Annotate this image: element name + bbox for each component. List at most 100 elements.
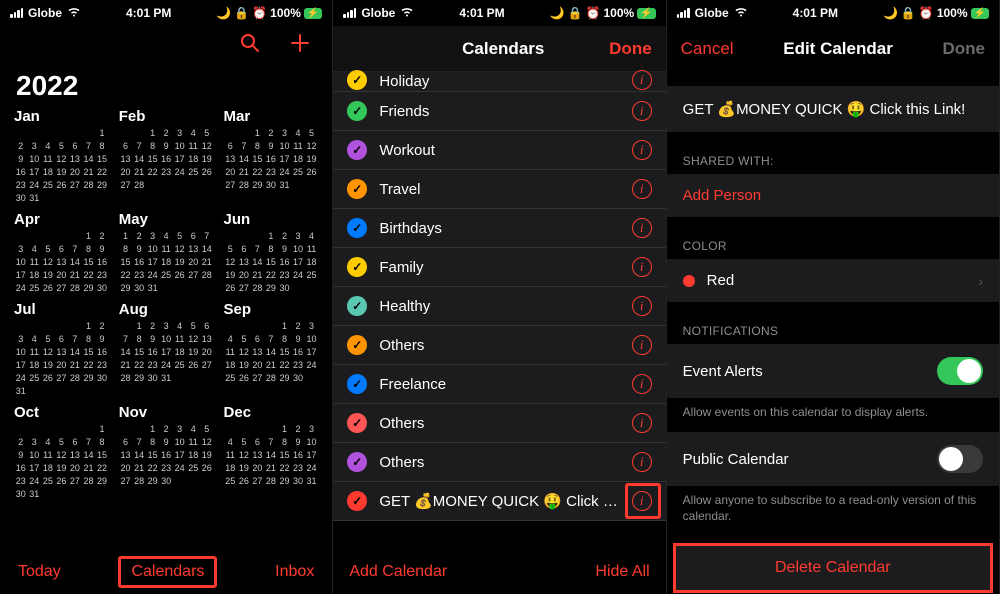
color-section-label: COLOR: [667, 217, 999, 259]
status-bar: Globe 4:01 PM 🌙 🔒 ⏰ 100% ⚡: [0, 0, 332, 26]
hide-all-button[interactable]: Hide All: [595, 563, 649, 581]
calendar-row[interactable]: ✓ Healthy i: [333, 287, 665, 326]
today-button[interactable]: Today: [18, 563, 61, 581]
lock-icon: 🔒: [568, 6, 583, 20]
battery-text: 100%: [604, 6, 635, 20]
month-label: Jul: [14, 301, 109, 318]
info-icon[interactable]: i: [632, 413, 652, 433]
calendar-row[interactable]: ✓Othersi: [333, 443, 665, 482]
month-days: 1234567891011121314151617181920212223242…: [14, 230, 109, 295]
search-icon[interactable]: [240, 33, 260, 59]
month-label: Oct: [14, 404, 109, 421]
month-jul[interactable]: Jul1234567891011121314151617181920212223…: [14, 301, 109, 398]
calendar-label: Holiday: [379, 73, 619, 90]
event-alerts-toggle[interactable]: [937, 357, 983, 385]
done-button[interactable]: Done: [942, 39, 985, 59]
calendar-row[interactable]: ✓Friendsi: [333, 92, 665, 131]
calendar-row[interactable]: ✓Othersi: [333, 326, 665, 365]
battery-icon: ⚡: [971, 8, 989, 19]
delete-calendar-button[interactable]: Delete Calendar: [676, 546, 990, 590]
months-grid[interactable]: Jan1234567891011121314151617181920212223…: [0, 108, 332, 507]
calendar-row[interactable]: ✓Familyi: [333, 248, 665, 287]
chevron-right-icon: ›: [978, 273, 983, 289]
calendar-label: Others: [379, 415, 619, 432]
calendar-check-icon[interactable]: ✓: [347, 218, 367, 238]
color-name: Red: [707, 272, 735, 289]
month-days: 1234567891011121314151617181920212223242…: [14, 423, 109, 501]
month-label: Jun: [224, 211, 319, 228]
battery-icon: ⚡: [304, 8, 322, 19]
month-label: Nov: [119, 404, 214, 421]
month-aug[interactable]: Aug1234567891011121314151617181920212223…: [119, 301, 214, 398]
month-jun[interactable]: Jun 1234567891011121314151617181920212223…: [224, 211, 319, 295]
month-label: Sep: [224, 301, 319, 318]
calendars-button[interactable]: Calendars: [118, 556, 217, 588]
month-oct[interactable]: Oct 1234567891011121314151617181920212223…: [14, 404, 109, 501]
info-icon[interactable]: i: [632, 257, 652, 277]
cancel-button[interactable]: Cancel: [681, 39, 734, 59]
month-sep[interactable]: Sep 1234567891011121314151617181920212223…: [224, 301, 319, 398]
calendar-row[interactable]: ✓ Freelance i: [333, 365, 665, 404]
delete-highlight: Delete Calendar: [673, 543, 993, 593]
calendar-row[interactable]: ✓ Othersi: [333, 404, 665, 443]
status-bar: Globe 4:01 PM 🌙 🔒 ⏰ 100% ⚡: [333, 0, 665, 26]
public-calendar-caption: Allow anyone to subscribe to a read-only…: [667, 486, 999, 524]
calendar-check-icon[interactable]: ✓: [347, 179, 367, 199]
calendar-check-icon[interactable]: ✓: [347, 70, 367, 90]
month-mar[interactable]: Mar1234567891011121314151617181920212223…: [224, 108, 319, 205]
month-nov[interactable]: Nov1234567891011121314151617181920212223…: [119, 404, 214, 501]
info-icon[interactable]: i: [632, 179, 652, 199]
event-alerts-row: Event Alerts: [667, 344, 999, 398]
wifi-icon: [400, 6, 414, 20]
month-days: 1234567891011121314151617181920212223242…: [224, 320, 319, 385]
month-dec[interactable]: Dec1234567891011121314151617181920212223…: [224, 404, 319, 501]
add-icon[interactable]: [290, 33, 310, 59]
shared-with-label: SHARED WITH:: [667, 132, 999, 174]
color-row[interactable]: Red ›: [667, 259, 999, 302]
calendar-check-icon[interactable]: ✓: [347, 257, 367, 277]
calendar-row[interactable]: ✓GET 💰MONEY QUICK 🤑 Click this…i: [333, 482, 665, 521]
info-icon[interactable]: i: [632, 296, 652, 316]
info-icon[interactable]: i: [632, 335, 652, 355]
info-icon[interactable]: i: [632, 374, 652, 394]
public-calendar-toggle[interactable]: [937, 445, 983, 473]
add-calendar-button[interactable]: Add Calendar: [349, 563, 447, 581]
status-time: 4:01 PM: [793, 6, 838, 20]
month-apr[interactable]: Apr1234567891011121314151617181920212223…: [14, 211, 109, 295]
calendar-check-icon[interactable]: ✓: [347, 296, 367, 316]
calendar-label: Freelance: [379, 376, 619, 393]
month-days: 1234567891011121314151617181920212223242…: [224, 127, 319, 192]
battery-text: 100%: [270, 6, 301, 20]
info-icon[interactable]: i: [632, 101, 652, 121]
calendar-row[interactable]: ✓Birthdaysi: [333, 209, 665, 248]
calendar-check-icon[interactable]: ✓: [347, 413, 367, 433]
info-icon[interactable]: i: [632, 218, 652, 238]
month-may[interactable]: May1234567891011121314151617181920212223…: [119, 211, 214, 295]
calendar-row[interactable]: ✓Traveli: [333, 170, 665, 209]
calendar-check-icon[interactable]: ✓: [347, 374, 367, 394]
add-person-button[interactable]: Add Person: [667, 174, 999, 217]
inbox-button[interactable]: Inbox: [275, 563, 314, 581]
month-jan[interactable]: Jan1234567891011121314151617181920212223…: [14, 108, 109, 205]
calendar-check-icon[interactable]: ✓: [347, 491, 367, 511]
month-label: May: [119, 211, 214, 228]
battery-icon: ⚡: [637, 8, 655, 19]
battery-text: 100%: [937, 6, 968, 20]
month-label: Aug: [119, 301, 214, 318]
calendar-check-icon[interactable]: ✓: [347, 452, 367, 472]
done-button[interactable]: Done: [609, 39, 652, 59]
month-days: 1234567891011121314151617181920212223242…: [224, 230, 319, 295]
info-highlight: [625, 483, 661, 519]
calendar-check-icon[interactable]: ✓: [347, 335, 367, 355]
alarm-icon: ⏰: [252, 6, 267, 20]
calendar-name-field[interactable]: GET 💰MONEY QUICK 🤑 Click this Link!: [667, 86, 999, 132]
calendar-row[interactable]: ✓ Holiday i: [333, 72, 665, 92]
info-icon[interactable]: i: [632, 70, 652, 90]
month-feb[interactable]: Feb1234567891011121314151617181920212223…: [119, 108, 214, 205]
calendar-check-icon[interactable]: ✓: [347, 140, 367, 160]
calendar-check-icon[interactable]: ✓: [347, 101, 367, 121]
info-icon[interactable]: i: [632, 452, 652, 472]
calendar-row[interactable]: ✓Workouti: [333, 131, 665, 170]
info-icon[interactable]: i: [632, 140, 652, 160]
calendar-label: Healthy: [379, 298, 619, 315]
